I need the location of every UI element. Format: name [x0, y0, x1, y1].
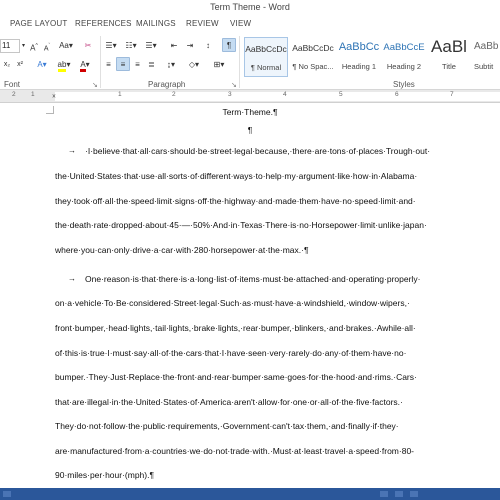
style-name: Heading 1 — [341, 62, 377, 71]
font-size-dropdown-icon[interactable]: ▾ — [20, 39, 27, 53]
tab-mailings[interactable]: MAILINGS — [136, 19, 176, 28]
text-effects-icon[interactable]: A▾ — [33, 58, 51, 72]
ruler-number: 7 — [450, 91, 454, 98]
empty-paragraph-mark: ¶ — [247, 125, 253, 135]
style-sample: AaBb — [474, 41, 499, 52]
tab-review[interactable]: REVIEW — [186, 19, 219, 28]
font-size-combo[interactable]: 11 — [0, 39, 20, 53]
document-page[interactable]: Term·Theme.¶ ¶ → ·I·believe·that·all·car… — [0, 104, 500, 488]
view-mode-icon[interactable] — [380, 491, 388, 497]
ribbon: 11 ▾ A^ Aˇ Aa▾ ✂ x₂ x² A▾ ab▾ A▾ Font ↘ … — [0, 33, 500, 90]
document-title: Term·Theme.¶ — [222, 107, 278, 117]
tab-view[interactable]: VIEW — [230, 19, 251, 28]
styles-group-label: Styles — [393, 80, 415, 89]
subscript-icon[interactable]: x₂ — [2, 58, 12, 72]
align-center-icon[interactable]: ≡ — [116, 57, 130, 71]
ruler-number: 3 — [228, 91, 232, 98]
styles-gallery: AaBbCcDc ¶ Normal AaBbCcDc ¶ No Spac... … — [240, 37, 500, 77]
paragraph-line: on·a·vehicle·To·Be·considered·Street·leg… — [55, 298, 410, 308]
ruler-number: 1 — [31, 91, 35, 98]
increase-indent-icon[interactable]: ⇥ — [184, 39, 196, 53]
multilevel-list-icon[interactable]: ☰▾ — [144, 39, 158, 53]
style-sample: AaBbCcDc — [292, 43, 334, 53]
ruler-number: 2 — [12, 91, 16, 98]
grow-font-icon[interactable]: A^ — [28, 39, 40, 53]
paragraph-line: that·are·illegal·in·the·United·States·of… — [55, 397, 403, 407]
group-divider — [100, 36, 101, 88]
clear-formatting-icon[interactable]: ✂ — [82, 39, 94, 53]
paragraph-line: bumper.·They·Just·Replace·the·front·and·… — [55, 372, 417, 382]
style-name: ¶ No Spac... — [292, 62, 334, 71]
paragraph-group-label: Paragraph — [148, 80, 186, 89]
paragraph-line: they·took·off·all·the·speed·limit·signs·… — [55, 196, 416, 206]
tab-page-layout[interactable]: PAGE LAYOUT — [10, 19, 67, 28]
title-bar: Term Theme - Word — [0, 0, 500, 17]
ruler-number: 6 — [395, 91, 399, 98]
tab-references[interactable]: REFERENCES — [75, 19, 132, 28]
style-name: Heading 2 — [386, 62, 422, 71]
ruler-number: 1 — [118, 91, 122, 98]
style-heading-2[interactable]: AaBbCcE Heading 2 — [382, 37, 426, 77]
style-sample: AaBl — [431, 37, 467, 56]
paragraph-line: the·United·States·that·use·all·sorts·of·… — [55, 171, 418, 181]
paragraph-dialog-launcher-icon[interactable]: ↘ — [231, 81, 237, 89]
bullets-icon[interactable]: ☰▾ — [104, 39, 118, 53]
style-name: Title — [442, 62, 456, 71]
superscript-icon[interactable]: x² — [15, 58, 25, 72]
view-mode-icon[interactable] — [395, 491, 403, 497]
paragraph-line: of·this·is·true·I·must·say·all·of·the·ca… — [55, 348, 407, 358]
style-heading-1[interactable]: AaBbCc Heading 1 — [337, 37, 381, 77]
show-formatting-marks-button[interactable]: ¶ — [222, 38, 236, 52]
paragraph-line: where·you·can·only·drive·a·car·with·280·… — [55, 245, 309, 255]
ruler-number: 4 — [283, 91, 287, 98]
horizontal-ruler[interactable]: ⌄ ⌃ 2 1 1 2 3 4 5 6 7 — [0, 90, 500, 103]
status-bar — [0, 488, 500, 500]
ruler-number: 5 — [339, 91, 343, 98]
borders-icon[interactable]: ⊞▾ — [210, 58, 228, 72]
tab-arrow-icon: → — [68, 146, 76, 155]
shading-icon[interactable]: ◇▾ — [185, 58, 203, 72]
line-spacing-icon[interactable]: ↨▾ — [162, 58, 180, 72]
paragraph-line: front·bumper,·head·lights,·tail·lights,·… — [55, 323, 416, 333]
change-case-icon[interactable]: Aa▾ — [58, 39, 74, 53]
paragraph-line: ·I·believe·that·all·cars·should·be·stree… — [85, 146, 431, 156]
font-size-value: 11 — [2, 41, 11, 50]
justify-icon[interactable]: ≣ — [145, 58, 158, 72]
font-group-label: Font — [4, 80, 21, 89]
font-dialog-launcher-icon[interactable]: ↘ — [92, 81, 98, 89]
decrease-indent-icon[interactable]: ⇤ — [168, 39, 180, 53]
style-sample: AaBbCcE — [383, 42, 425, 53]
highlight-color-icon[interactable]: ab▾ — [55, 58, 73, 72]
style-name: ¶ Normal — [250, 63, 282, 72]
style-sample: AaBbCc — [338, 41, 380, 53]
paragraph-line: One·reason·is·that·there·is·a·long·list·… — [85, 274, 421, 284]
align-left-icon[interactable]: ≡ — [102, 58, 115, 72]
style-subtitle[interactable]: AaBb Subtit — [472, 37, 500, 77]
paragraph-line: 90·miles·per·hour·(mph).¶ — [55, 470, 155, 480]
shrink-font-icon[interactable]: Aˇ — [41, 39, 53, 53]
status-indicator-icon[interactable] — [3, 491, 11, 497]
font-color-icon[interactable]: A▾ — [77, 58, 93, 72]
window-title: Term Theme - Word — [210, 2, 290, 12]
style-sample: AaBbCcDc — [245, 44, 287, 54]
hanging-indent-marker-icon[interactable]: ⌃ — [51, 95, 57, 103]
style-title[interactable]: AaBl Title — [427, 37, 471, 77]
tab-arrow-icon: → — [68, 274, 76, 283]
sort-icon[interactable]: ↕ — [202, 39, 214, 53]
ruler-number: 2 — [172, 91, 176, 98]
align-right-icon[interactable]: ≡ — [131, 58, 144, 72]
numbering-icon[interactable]: ☷▾ — [124, 39, 138, 53]
view-mode-icon[interactable] — [410, 491, 418, 497]
style-name: Subtit — [474, 62, 494, 71]
paragraph-line: the·death·rate·dropped·about·45·—·50%·An… — [55, 220, 427, 230]
style-no-spacing[interactable]: AaBbCcDc ¶ No Spac... — [290, 37, 336, 77]
style-normal[interactable]: AaBbCcDc ¶ Normal — [244, 37, 288, 77]
paragraph-line: are·manufactured·from·a·countries·we·do·… — [55, 446, 415, 456]
ribbon-tabs: PAGE LAYOUT REFERENCES MAILINGS REVIEW V… — [0, 17, 500, 33]
paragraph-line: They·do·not·follow·the·public·requiremen… — [55, 421, 399, 431]
